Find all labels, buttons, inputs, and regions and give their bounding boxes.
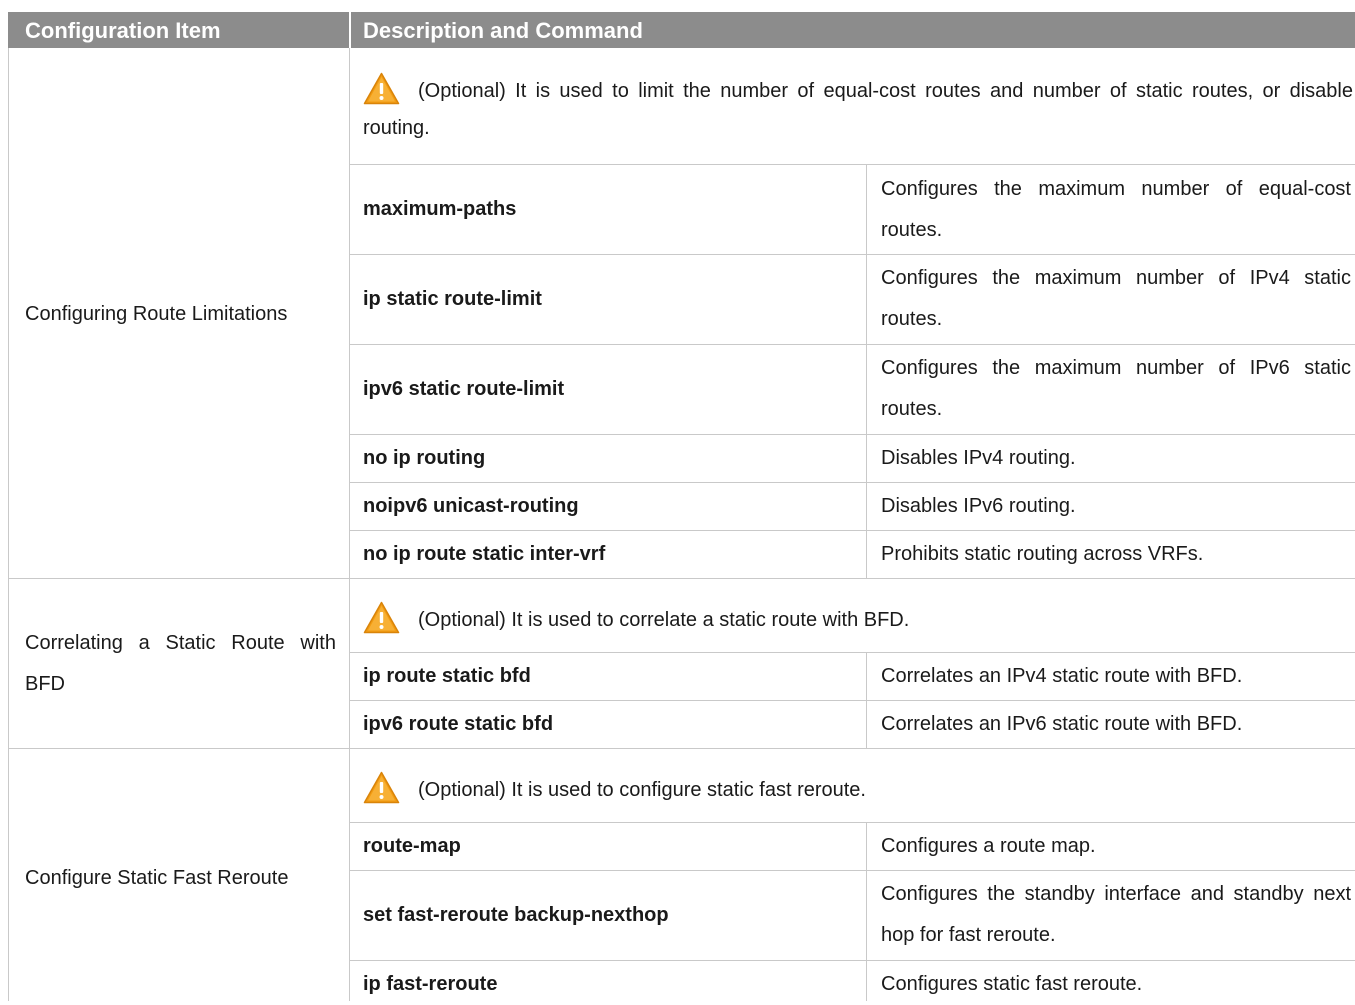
command-column-divider [866, 164, 867, 578]
command-column-divider [866, 652, 867, 748]
command-description: Configures the standby interface and sta… [881, 883, 1351, 946]
command-name: route-map [363, 835, 461, 857]
warning-icon [363, 771, 400, 804]
command-description: Configures the maximum number of equal-c… [881, 178, 1351, 241]
header-configuration-item: Configuration Item [25, 18, 221, 43]
section-note: (Optional) It is used to correlate a sta… [363, 601, 1353, 639]
command-name: ip route static bfd [363, 665, 531, 687]
section-note-text: (Optional) It is used to limit the numbe… [363, 80, 1353, 139]
configuration-item-label: Correlating a Static Route with BFD [25, 632, 336, 695]
command-name: ip static route-limit [363, 288, 542, 310]
warning-icon [363, 601, 400, 634]
section-note-text: (Optional) It is used to configure stati… [418, 779, 866, 801]
header-divider [349, 12, 351, 48]
row-divider [349, 434, 1355, 435]
header-description-and-command: Description and Command [363, 18, 643, 43]
config-table: Configuration Item Description and Comma… [0, 0, 1355, 1001]
row-divider [349, 482, 1355, 483]
row-divider [349, 960, 1355, 961]
warning-icon [363, 72, 400, 105]
command-name: no ip routing [363, 447, 486, 469]
section-note: (Optional) It is used to configure stati… [363, 771, 1353, 809]
section-divider [8, 578, 1355, 579]
row-divider [349, 870, 1355, 871]
command-description: Disables IPv4 routing. [881, 447, 1076, 469]
command-description: Prohibits static routing across VRFs. [881, 543, 1204, 565]
configuration-item-label: Configuring Route Limitations [25, 303, 288, 325]
command-name: set fast-reroute backup-nexthop [363, 904, 669, 926]
command-name: maximum-paths [363, 198, 517, 220]
section-divider [8, 748, 1355, 749]
command-description: Configures the maximum number of IPv4 st… [881, 267, 1351, 330]
command-description: Configures a route map. [881, 835, 1096, 857]
command-description: Correlates an IPv4 static route with BFD… [881, 665, 1243, 687]
configuration-item-label: Configure Static Fast Reroute [25, 867, 289, 889]
row-divider [349, 652, 1355, 653]
command-name: ip fast-reroute [363, 973, 498, 995]
command-name: no ip route static inter-vrf [363, 543, 606, 565]
row-divider [349, 700, 1355, 701]
command-description: Configures static fast reroute. [881, 973, 1143, 995]
row-divider [349, 530, 1355, 531]
section-note: (Optional) It is used to limit the numbe… [363, 72, 1353, 147]
command-description: Correlates an IPv6 static route with BFD… [881, 713, 1243, 735]
command-name: noipv6 unicast-routing [363, 495, 579, 517]
row-divider [349, 344, 1355, 345]
command-column-divider [866, 822, 867, 1001]
column-divider [349, 48, 350, 1001]
row-divider [349, 164, 1355, 165]
table-header: Configuration Item Description and Comma… [8, 12, 1355, 48]
row-divider [349, 254, 1355, 255]
command-name: ipv6 static route-limit [363, 378, 565, 400]
command-name: ipv6 route static bfd [363, 713, 554, 735]
command-description: Configures the maximum number of IPv6 st… [881, 357, 1351, 420]
table-left-border [8, 48, 9, 1001]
command-description: Disables IPv6 routing. [881, 495, 1076, 517]
section-note-text: (Optional) It is used to correlate a sta… [418, 609, 910, 631]
row-divider [349, 822, 1355, 823]
